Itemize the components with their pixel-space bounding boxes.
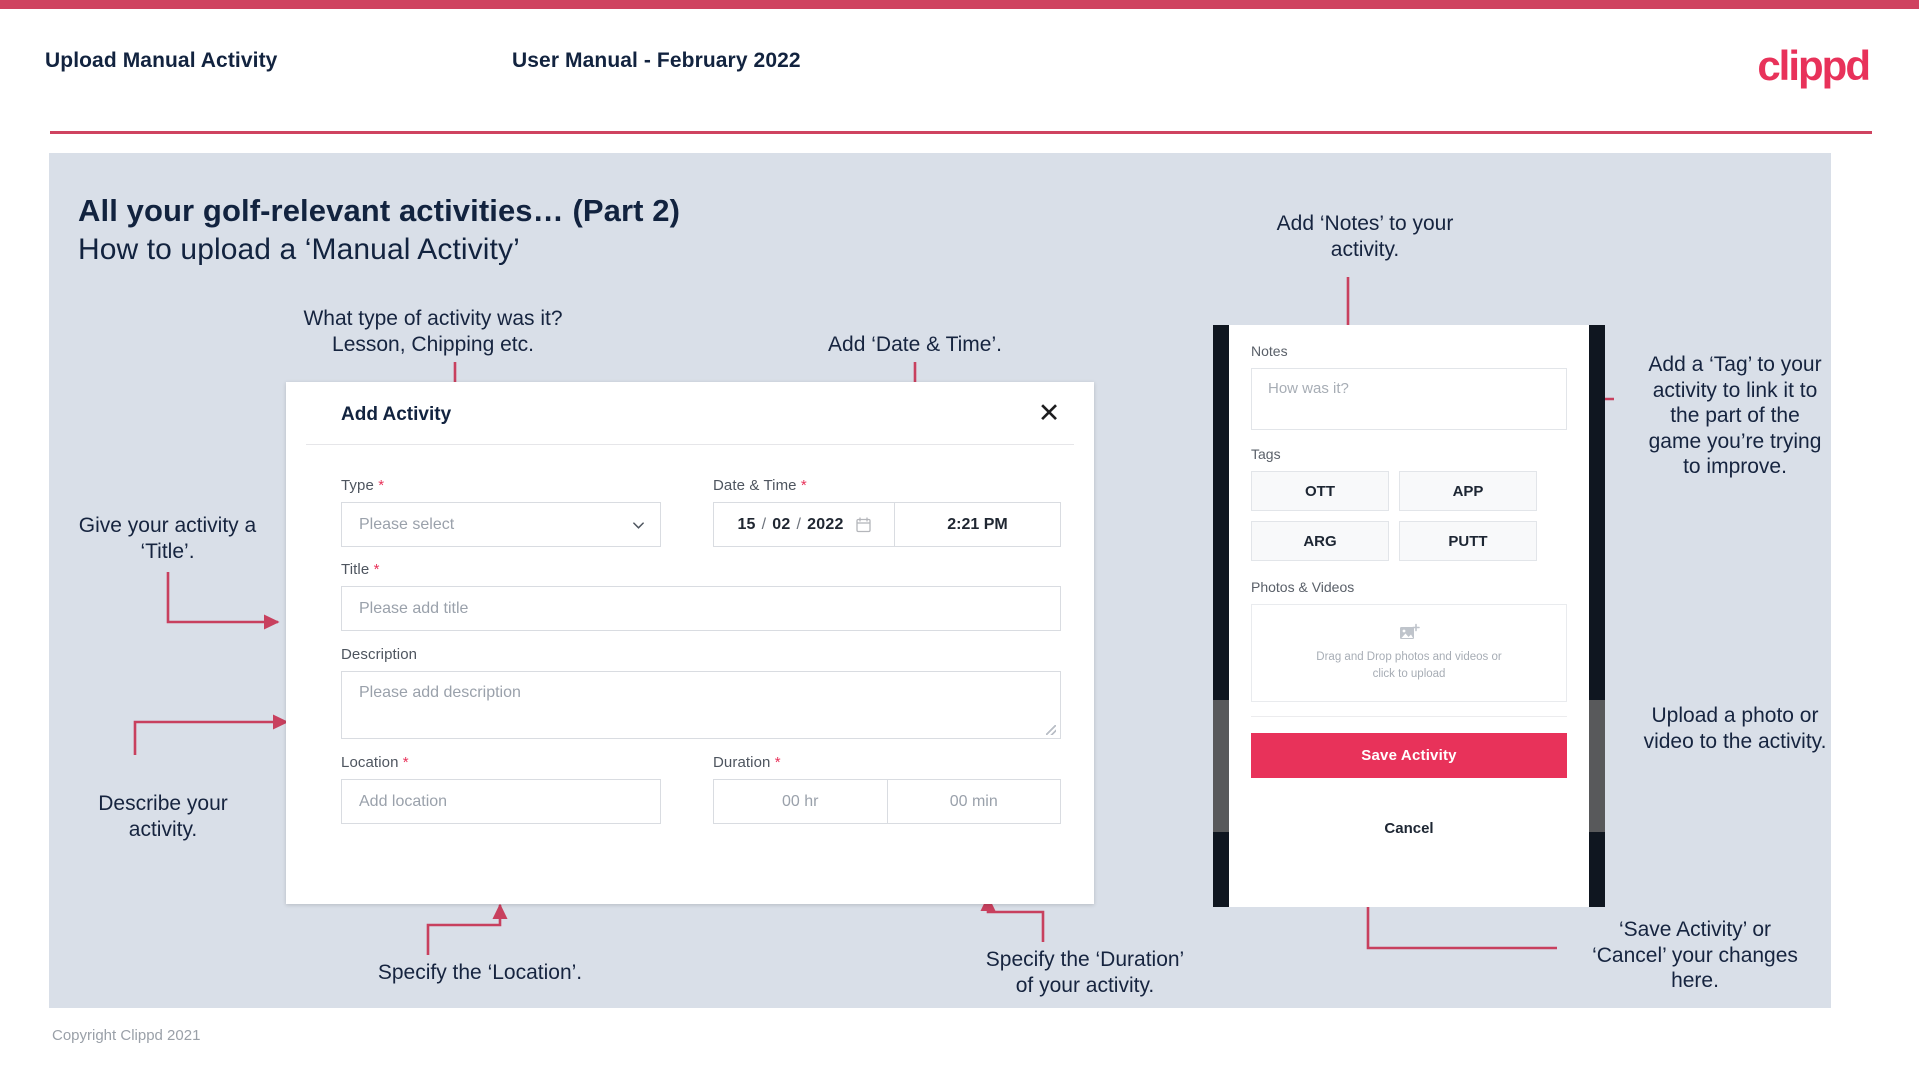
dropzone-line-2: click to upload [1372, 668, 1446, 680]
type-label: Type * [341, 477, 385, 494]
phone-actions: Save Activity Cancel [1229, 717, 1589, 842]
required-marker: * [800, 477, 807, 494]
tag-app[interactable]: APP [1399, 471, 1537, 511]
tags-label: Tags [1251, 446, 1281, 462]
date-year: 2022 [807, 515, 844, 533]
title-field-group: Title * Please add title [341, 561, 1061, 631]
chevron-down-icon [633, 521, 644, 529]
date-sep-1: / [761, 515, 767, 533]
add-activity-modal: Add Activity ✕ Type * Please select Date… [286, 382, 1094, 904]
title-placeholder: Please add title [359, 599, 469, 617]
phone-mockup: Notes How was it? Tags OTT APP ARG PUTT … [1213, 325, 1605, 907]
calendar-icon[interactable] [855, 516, 871, 533]
annotation-datetime: Add ‘Date & Time’. [828, 333, 1002, 356]
required-marker: * [774, 754, 781, 771]
modal-header: Add Activity ✕ [286, 382, 1094, 444]
location-placeholder: Add location [359, 792, 448, 810]
header-left-title: Upload Manual Activity [45, 49, 278, 72]
phone-power-button [1589, 700, 1605, 832]
title-input[interactable]: Please add title [341, 586, 1061, 631]
date-month: 02 [772, 515, 791, 533]
annotation-notes: Add ‘Notes’ to your activity. [1276, 212, 1454, 261]
required-marker: * [378, 477, 385, 494]
date-day: 15 [737, 515, 756, 533]
cancel-button[interactable]: Cancel [1251, 814, 1567, 842]
annotation-tags: Add a ‘Tag’ to your activity to link it t… [1648, 353, 1822, 479]
add-image-icon [1399, 624, 1420, 640]
resize-grip-icon[interactable] [1046, 725, 1056, 735]
tag-arg[interactable]: ARG [1251, 521, 1389, 561]
annotation-description: Describe your activity. [98, 792, 228, 841]
location-label: Location * [341, 754, 409, 771]
clippd-logo: clippd [1757, 42, 1871, 89]
tags-section: Tags OTT APP ARG PUTT [1229, 430, 1589, 561]
type-field-group: Type * Please select [341, 477, 661, 547]
notes-placeholder: How was it? [1268, 380, 1349, 397]
duration-minutes-input[interactable]: 00 min [886, 780, 1061, 823]
close-icon[interactable]: ✕ [1032, 396, 1066, 430]
location-field-group: Location * Add location [341, 754, 661, 824]
type-placeholder: Please select [359, 515, 455, 533]
slide-page: Upload Manual Activity User Manual - Feb… [0, 0, 1919, 1079]
description-placeholder: Please add description [359, 684, 521, 701]
header-divider [50, 131, 1872, 134]
duration-hours-input[interactable]: 00 hr [714, 780, 887, 823]
tag-putt[interactable]: PUTT [1399, 521, 1537, 561]
description-field-group: Description Please add description [341, 646, 1061, 739]
notes-input[interactable]: How was it? [1251, 368, 1567, 430]
copyright-text: Copyright Clippd 2021 [52, 1027, 201, 1044]
description-textarea[interactable]: Please add description [341, 671, 1061, 739]
annotation-duration: Specify the ‘Duration’ of your activity. [985, 948, 1185, 997]
datetime-field-group: Date & Time * 15 / 02 / 2022 2:21 PM [713, 477, 1061, 547]
annotation-title: Give your activity a ‘Title’. [78, 514, 257, 563]
tag-ott[interactable]: OTT [1251, 471, 1389, 511]
description-label: Description [341, 646, 418, 663]
photos-section: Photos & Videos Drag and Drop photos and… [1229, 561, 1589, 702]
photo-dropzone[interactable]: Drag and Drop photos and videos or click… [1251, 604, 1567, 702]
page-header: Upload Manual Activity User Manual - Feb… [0, 9, 1919, 134]
type-select[interactable]: Please select [341, 502, 661, 547]
annotation-type: What type of activity was it? Lesson, Chi… [303, 307, 563, 356]
photos-label: Photos & Videos [1251, 579, 1355, 595]
modal-divider [306, 444, 1074, 445]
location-input[interactable]: Add location [341, 779, 661, 824]
dropzone-line-1: Drag and Drop photos and videos or [1316, 651, 1502, 664]
notes-label: Notes [1251, 343, 1288, 359]
phone-volume-rocker [1213, 700, 1229, 832]
phone-screen: Notes How was it? Tags OTT APP ARG PUTT … [1229, 325, 1589, 907]
notes-section: Notes How was it? [1229, 325, 1589, 430]
datetime-label: Date & Time * [713, 477, 807, 494]
annotation-location: Specify the ‘Location’. [377, 961, 583, 984]
annotation-save: ‘Save Activity’ or ‘Cancel’ your changes h… [1592, 918, 1798, 993]
title-label: Title * [341, 561, 380, 578]
annotation-photos: Upload a photo or video to the activity. [1643, 704, 1827, 753]
dropzone-text: Drag and Drop photos and videos or click… [1316, 649, 1501, 682]
slide-subtitle: How to upload a ‘Manual Activity’ [78, 233, 520, 266]
date-input[interactable]: 15 / 02 / 2022 [714, 503, 894, 546]
duration-field-group: Duration * 00 hr 00 min [713, 754, 1061, 824]
modal-title: Add Activity [341, 404, 452, 425]
brand-top-bar [0, 0, 1919, 9]
required-marker: * [402, 754, 409, 771]
date-sep-2: / [796, 515, 802, 533]
duration-label: Duration * [713, 754, 781, 771]
time-input[interactable]: 2:21 PM [894, 503, 1060, 546]
header-center-title: User Manual - February 2022 [512, 49, 801, 72]
save-activity-button[interactable]: Save Activity [1251, 733, 1567, 778]
required-marker: * [373, 561, 380, 578]
slide-title: All your golf-relevant activities… (Part… [78, 193, 681, 228]
